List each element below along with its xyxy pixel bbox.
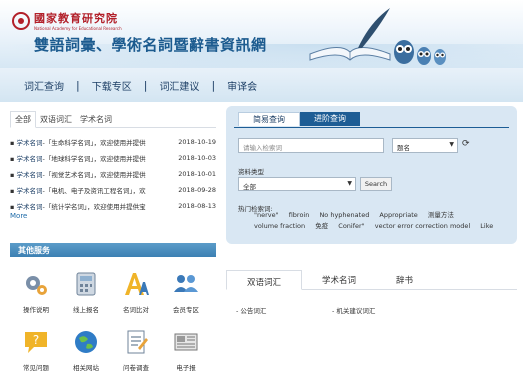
news-kind: 学术名词	[16, 187, 43, 195]
hot-term[interactable]: Conifer"	[338, 222, 364, 230]
service-survey[interactable]: 问卷调查	[112, 328, 160, 372]
news-title[interactable]: -「地球科学名词」，欢迎使用并提供	[42, 155, 145, 163]
service-signup[interactable]: 线上报名	[62, 270, 110, 314]
field-select-value: 题名	[397, 144, 410, 152]
news-date: 2018-10-19	[178, 138, 216, 146]
field-select[interactable]: 题名 ▼	[392, 138, 458, 153]
nav-review[interactable]: 审译会	[215, 78, 269, 93]
news-item[interactable]: ▪ 学术名词-「生命科学名词」，欢迎使用并提供 2018-10-19	[10, 134, 216, 150]
news-panel: 全部 双语词汇 学术名词 ▪ 学术名词-「生命科学名词」，欢迎使用并提供 201…	[10, 111, 216, 242]
news-date: 2018-10-03	[178, 154, 216, 162]
service-faq[interactable]: ? 常见问题	[12, 328, 60, 372]
services-header: 其他服务	[10, 243, 216, 257]
question-icon: ?	[25, 332, 47, 353]
font-icon	[125, 273, 149, 295]
newspaper-icon	[174, 333, 198, 351]
news-title[interactable]: -「生命科学名词」，欢迎使用并提供	[42, 139, 145, 147]
hot-term[interactable]: Appropriate	[379, 211, 417, 219]
tab-dictionary[interactable]: 辞书	[376, 269, 433, 289]
search-tab-divider	[234, 127, 509, 128]
service-label: 名词比对	[123, 306, 149, 314]
news-item[interactable]: ▪ 学术名词-「视觉艺术名词」，欢迎使用并提供 2018-10-01	[10, 166, 216, 182]
news-kind: 学术名词	[16, 155, 43, 163]
tab-academic-terms[interactable]: 学术名词	[302, 269, 376, 289]
hot-term[interactable]: fibroin	[289, 211, 310, 219]
gears-icon	[26, 276, 47, 295]
seal-icon	[12, 11, 30, 30]
service-label: 线上报名	[73, 306, 99, 314]
main-nav: 词汇查询 | 下载专区 | 词汇建议 | 审译会	[0, 68, 523, 102]
service-guide[interactable]: 操作说明	[12, 270, 60, 314]
chevron-down-icon: ▼	[449, 141, 454, 148]
search-button[interactable]: Search	[360, 177, 392, 191]
service-label: 相关网站	[73, 364, 99, 372]
globe-icon	[75, 331, 97, 353]
services-title: 其他服务	[18, 246, 50, 255]
link-agency-suggested-vocab[interactable]: - 机关建议词汇	[332, 305, 375, 315]
refresh-icon[interactable]: ⟳	[462, 139, 470, 149]
type-select[interactable]: 全部 ▼	[238, 177, 356, 191]
users-icon	[174, 275, 198, 292]
service-newsletter[interactable]: 电子报	[162, 328, 210, 372]
service-label: 操作说明	[23, 306, 49, 314]
site-title: 雙語詞彙、學術名詞暨辭書資訊網	[34, 36, 267, 54]
org-name-cn: 國家教育研究院	[34, 12, 118, 25]
tab-bilingual-vocab[interactable]: 双语词汇	[226, 270, 303, 290]
hot-term[interactable]: 测量方法	[428, 211, 454, 219]
news-tabs: 全部 双语词汇 学术名词	[10, 111, 216, 128]
news-kind: 学术名词	[16, 203, 43, 211]
service-members[interactable]: 会员专区	[162, 270, 210, 314]
news-kind: 学术名词	[16, 171, 43, 179]
news-item[interactable]: ▪ 学术名词-「地球科学名词」，欢迎使用并提供 2018-10-03	[10, 150, 216, 166]
link-announced-vocab[interactable]: - 公告词汇	[236, 305, 266, 315]
site-header: 國家教育研究院 National Academy for Educational…	[0, 0, 523, 68]
hot-term[interactable]: No hyphenated	[319, 211, 369, 219]
hot-term[interactable]: vector error correction model	[375, 222, 470, 230]
news-title[interactable]: -「视觉艺术名词」，欢迎使用并提供	[42, 171, 145, 179]
org-logo[interactable]: 國家教育研究院 National Academy for Educational…	[12, 10, 122, 31]
service-label: 电子报	[176, 364, 196, 372]
type-label: 资料类型	[238, 168, 264, 176]
news-title[interactable]: -「电机、电子及资讯工程名词」，欢	[42, 187, 145, 195]
news-kind: 学术名词	[16, 139, 43, 147]
nav-vocab-search[interactable]: 词汇查询	[12, 78, 76, 93]
service-label: 会员专区	[173, 306, 199, 314]
hot-term[interactable]: "nerve"	[254, 211, 279, 219]
service-links[interactable]: 相关网站	[62, 328, 110, 372]
org-name-en: National Academy for Educational Researc…	[34, 26, 122, 31]
service-compare[interactable]: 名词比对	[112, 270, 160, 314]
tab-simple-search[interactable]: 简易查询	[238, 112, 300, 126]
keyword-input[interactable]: 请输入检索词	[238, 138, 384, 153]
book-feather-icon	[309, 8, 391, 61]
svg-text:?: ?	[33, 333, 39, 347]
tab-bilingual[interactable]: 双语词汇	[36, 114, 76, 127]
tab-academic[interactable]: 学术名词	[76, 114, 116, 127]
search-panel: 简易查询 进阶查询 请输入检索词 题名 ▼ ⟳ 资料类型 全部 ▼ Search…	[226, 106, 517, 244]
hot-terms: "nerve" fibroin No hyphenated Appropriat…	[254, 210, 514, 232]
news-date: 2018-10-01	[178, 170, 216, 178]
hot-term[interactable]: volume fraction	[254, 222, 305, 230]
type-select-value: 全部	[243, 183, 256, 191]
survey-icon	[127, 330, 148, 354]
chevron-down-icon: ▼	[347, 180, 352, 187]
news-item[interactable]: ▪ 学术名词-「电机、电子及资讯工程名词」，欢 2018-09-28	[10, 182, 216, 198]
services-grid: 操作说明 线上报名 名词比对 会员专区 ? 常见问题 相关网站 问卷调查 电子报	[10, 262, 216, 375]
news-title[interactable]: -「统计学名词」，欢迎使用并提供宝	[42, 203, 145, 211]
hot-term[interactable]: Like	[480, 222, 493, 230]
hot-term[interactable]: 免疫	[315, 222, 328, 230]
calculator-icon	[76, 272, 96, 296]
nav-suggest[interactable]: 词汇建议	[147, 78, 211, 93]
more-link[interactable]: More	[10, 212, 216, 220]
news-list: ▪ 学术名词-「生命科学名词」，欢迎使用并提供 2018-10-19 ▪ 学术名…	[10, 134, 216, 214]
search-tabs: 简易查询 进阶查询	[238, 112, 360, 126]
news-date: 2018-08-13	[178, 202, 216, 210]
owls-icon	[394, 40, 446, 65]
tab-advanced-search[interactable]: 进阶查询	[300, 112, 360, 126]
nav-downloads[interactable]: 下载专区	[80, 78, 144, 93]
lower-tabs: 双语词汇 学术名词 辞书	[226, 270, 517, 290]
tab-all[interactable]: 全部	[10, 111, 36, 128]
service-label: 问卷调查	[123, 364, 149, 372]
news-date: 2018-09-28	[178, 186, 216, 194]
service-label: 常见问题	[23, 364, 49, 372]
